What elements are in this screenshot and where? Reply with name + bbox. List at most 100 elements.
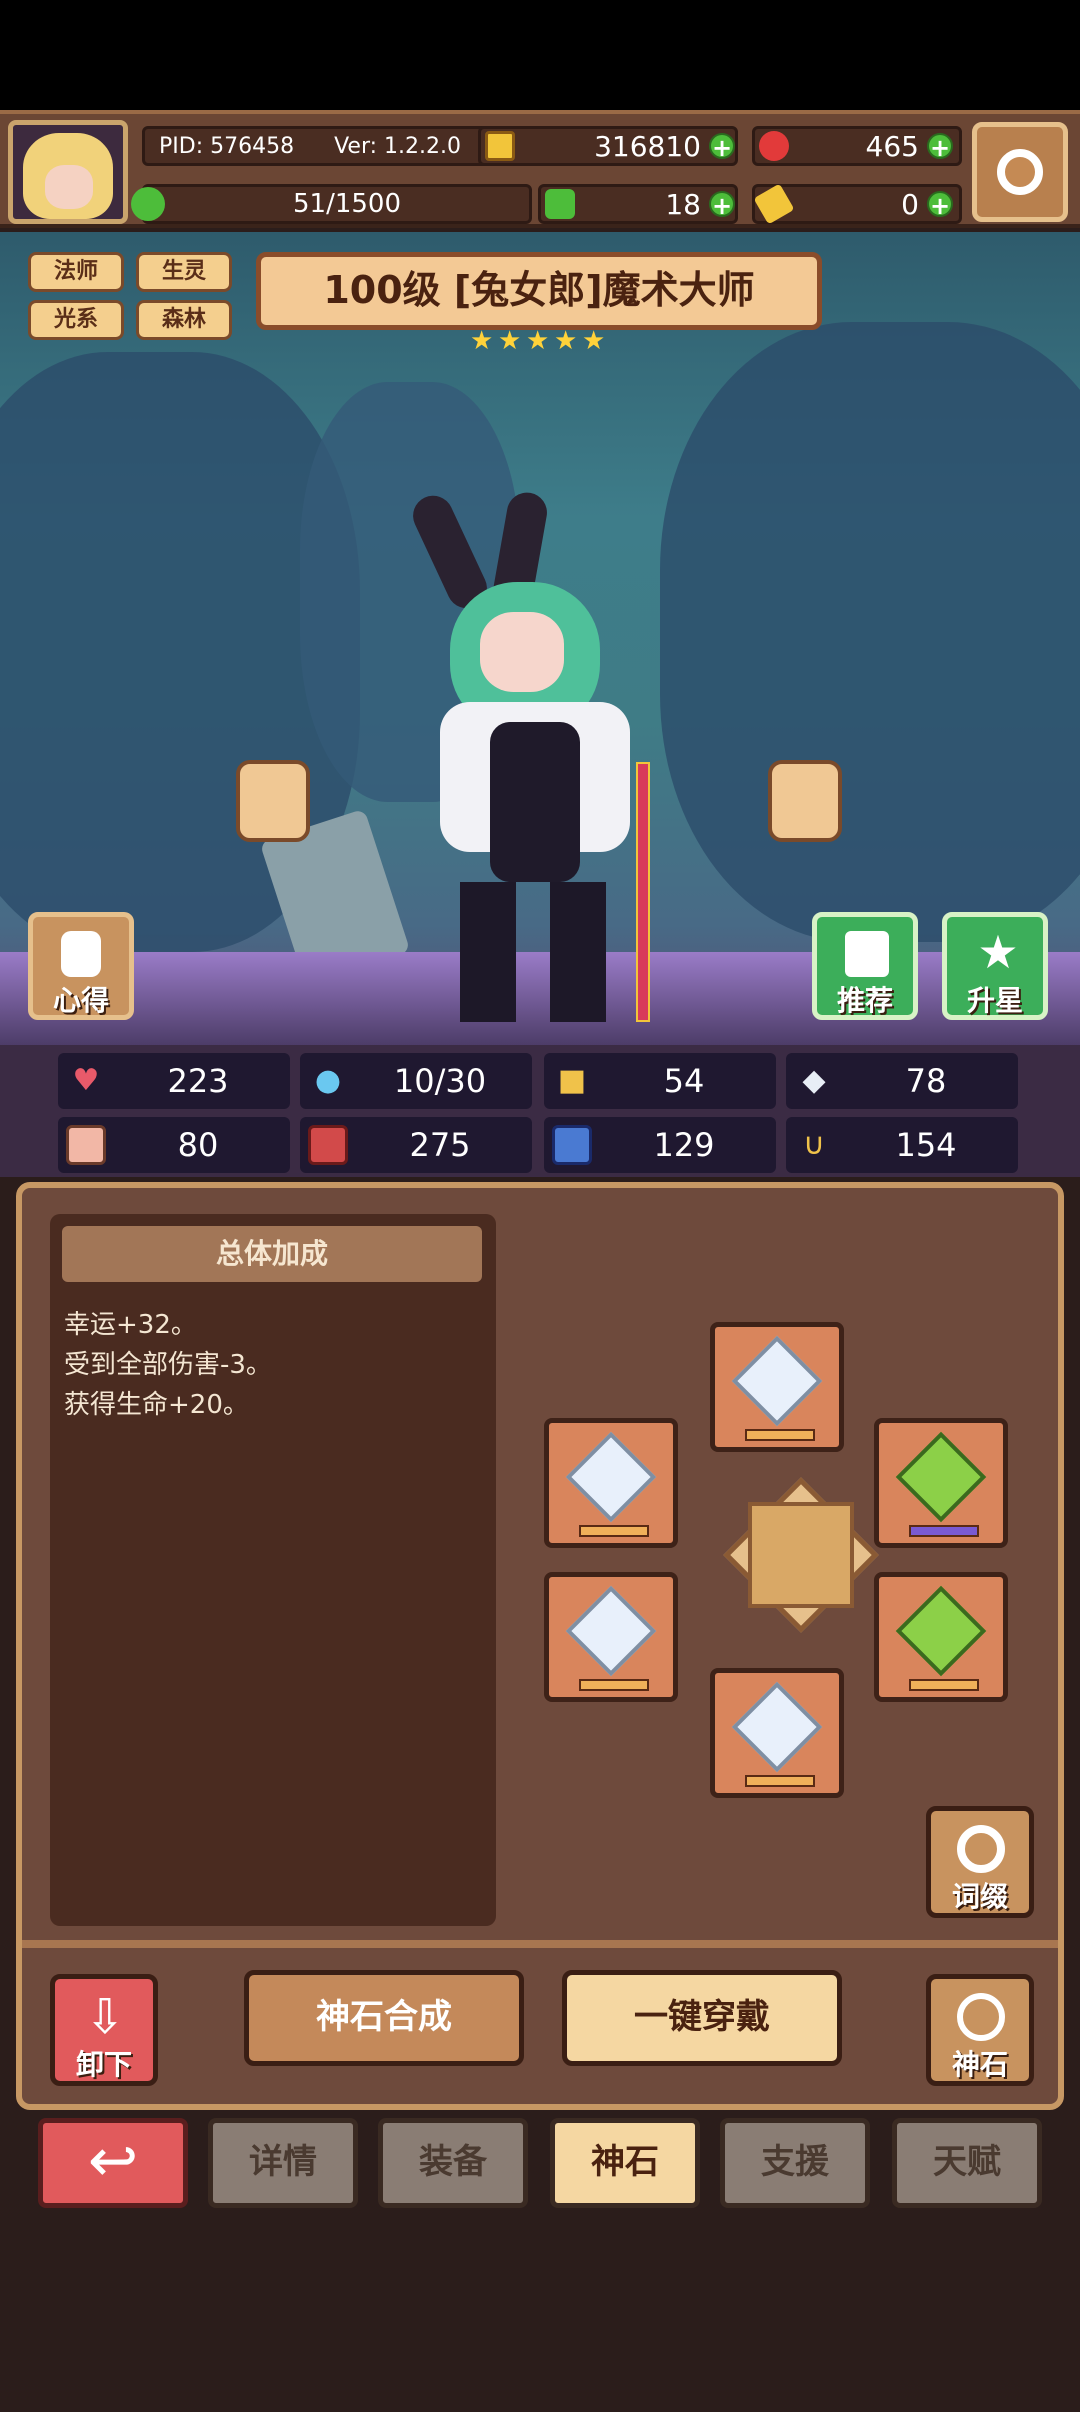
book-icon bbox=[308, 1125, 348, 1165]
hero-cane bbox=[636, 762, 650, 1022]
energy-value: 51/1500 bbox=[292, 189, 401, 219]
tag-spirit: 生灵 bbox=[136, 252, 232, 292]
bonus-summary: 总体加成 幸运+32。 受到全部伤害-3。 获得生命+20。 bbox=[50, 1214, 496, 1926]
hero-leg-left bbox=[460, 882, 516, 1022]
suffix-button[interactable]: 词缀 bbox=[926, 1806, 1034, 1918]
gear-icon bbox=[997, 149, 1043, 195]
gem-slot-bottom[interactable] bbox=[710, 1668, 844, 1798]
stat-intellect: 275 bbox=[300, 1117, 532, 1173]
god-stone-button[interactable]: 神石 bbox=[926, 1974, 1034, 2086]
gem-slot-lower-left[interactable] bbox=[544, 1572, 678, 1702]
synthesize-button[interactable]: 神石合成 bbox=[244, 1970, 524, 2066]
tab-talent[interactable]: 天赋 bbox=[892, 2118, 1042, 2208]
hero-scene: 法师 生灵 光系 森林 100级 [兔女郎]魔术大师 ★ ★ ★ ★ ★ 心得 … bbox=[0, 232, 1080, 1047]
star-upgrade-icon: ★ bbox=[977, 925, 1019, 979]
tag-light: 光系 bbox=[28, 300, 124, 340]
add-keys-button[interactable]: + bbox=[927, 191, 953, 219]
gem-slot-upper-left[interactable] bbox=[544, 1418, 678, 1548]
stat-agility: ◆ 78 bbox=[786, 1053, 1018, 1109]
stat-speed-value: 129 bbox=[653, 1126, 715, 1164]
bonus-line: 受到全部伤害-3。 bbox=[64, 1350, 272, 1380]
back-arrow-icon: ↩ bbox=[87, 2126, 139, 2196]
star-icon: ★ bbox=[470, 326, 494, 356]
gem-slot-lower-right[interactable] bbox=[874, 1572, 1008, 1702]
boot-icon bbox=[552, 1125, 592, 1165]
recommend-label: 推荐 bbox=[836, 984, 893, 1017]
gem-slot-top[interactable] bbox=[710, 1322, 844, 1452]
slot-level-bar bbox=[909, 1679, 979, 1691]
suffix-label: 词缀 bbox=[951, 1880, 1008, 1913]
god-stone-panel: 总体加成 幸运+32。 受到全部伤害-3。 获得生命+20。 词缀 ⇩ 卸下 神… bbox=[16, 1182, 1064, 2110]
unequip-button[interactable]: ⇩ 卸下 bbox=[50, 1974, 158, 2086]
star-icon: ★ bbox=[526, 326, 550, 356]
prev-hero-heart-button[interactable] bbox=[236, 760, 310, 842]
water-drop-icon: ● bbox=[314, 1063, 342, 1098]
scroll-icon bbox=[61, 931, 101, 977]
slot-level-bar bbox=[579, 1679, 649, 1691]
upgrade-star-button[interactable]: ★ 升星 bbox=[942, 912, 1048, 1020]
slot-level-bar bbox=[745, 1429, 815, 1441]
back-button[interactable]: ↩ bbox=[38, 2118, 188, 2208]
gem-slot-upper-right[interactable] bbox=[874, 1418, 1008, 1548]
insight-label: 心得 bbox=[52, 984, 109, 1017]
tag-mage: 法师 bbox=[28, 252, 124, 292]
key-count: 0 bbox=[901, 187, 919, 221]
hero-character bbox=[406, 489, 680, 1022]
upgrade-star-label: 升星 bbox=[966, 984, 1023, 1017]
hero-leg-right bbox=[550, 882, 606, 1022]
stat-defense-value: 54 bbox=[663, 1062, 705, 1100]
hero-title-banner: 100级 [兔女郎]魔术大师 bbox=[256, 252, 822, 330]
tree-right bbox=[660, 322, 1080, 942]
tab-support[interactable]: 支援 bbox=[720, 2118, 870, 2208]
white-diamond-icon bbox=[565, 1431, 657, 1523]
pid-label: PID: 576458 bbox=[159, 133, 295, 159]
white-diamond-icon bbox=[565, 1585, 657, 1677]
wing-icon: ◆ bbox=[802, 1063, 826, 1098]
thumbs-up-icon bbox=[845, 931, 889, 977]
green-gem-icon bbox=[895, 1585, 987, 1677]
heart-icon: ♥ bbox=[72, 1063, 100, 1098]
add-gems-button[interactable]: + bbox=[927, 133, 953, 161]
slot-level-bar bbox=[579, 1525, 649, 1537]
next-hero-heart-button[interactable] bbox=[768, 760, 842, 842]
coin-box: 316810 + bbox=[478, 126, 738, 166]
slot-level-bar bbox=[745, 1775, 815, 1787]
stat-intellect-value: 275 bbox=[409, 1126, 471, 1164]
add-coins-button[interactable]: + bbox=[709, 133, 735, 161]
gem-count: 465 bbox=[865, 129, 919, 163]
stat-mana-value: 10/30 bbox=[393, 1062, 487, 1100]
energy-icon bbox=[131, 187, 165, 221]
star-icon: ★ bbox=[582, 326, 606, 356]
god-stone-label: 神石 bbox=[951, 2048, 1008, 2081]
unequip-label: 卸下 bbox=[75, 2048, 132, 2081]
stone-icon bbox=[957, 1993, 1005, 2041]
tab-equipment[interactable]: 装备 bbox=[378, 2118, 528, 2208]
insight-button[interactable]: 心得 bbox=[28, 912, 134, 1020]
stat-mana: ● 10/30 bbox=[300, 1053, 532, 1109]
hero-bodysuit bbox=[490, 722, 580, 882]
player-avatar[interactable] bbox=[8, 120, 128, 224]
stat-speed: 129 bbox=[544, 1117, 776, 1173]
slot-level-bar bbox=[909, 1525, 979, 1537]
stat-strength: 80 bbox=[58, 1117, 290, 1173]
stat-luck-value: 154 bbox=[895, 1126, 957, 1164]
ruby-icon bbox=[759, 131, 789, 161]
hero-stars: ★ ★ ★ ★ ★ bbox=[470, 328, 610, 358]
clover-box: 18 + bbox=[538, 184, 738, 224]
panel-divider bbox=[22, 1940, 1058, 1948]
clover-icon bbox=[545, 189, 575, 219]
equip-all-button[interactable]: 一键穿戴 bbox=[562, 1970, 842, 2066]
horseshoe-icon: ∪ bbox=[803, 1127, 825, 1162]
settings-button[interactable] bbox=[972, 122, 1068, 222]
pid-version-box: PID: 576458 Ver: 1.2.2.0 bbox=[142, 126, 512, 166]
white-diamond-icon bbox=[731, 1335, 823, 1427]
recommend-button[interactable]: 推荐 bbox=[812, 912, 918, 1020]
magnifier-icon bbox=[957, 1825, 1005, 1873]
tab-details[interactable]: 详情 bbox=[208, 2118, 358, 2208]
add-clover-button[interactable]: + bbox=[709, 191, 735, 219]
tab-god-stone[interactable]: 神石 bbox=[550, 2118, 700, 2208]
key-box: 0 + bbox=[752, 183, 962, 225]
energy-bar: 51/1500 bbox=[131, 184, 532, 224]
star-icon: ★ bbox=[554, 326, 578, 356]
arrow-down-icon: ⇩ bbox=[84, 1989, 126, 2045]
